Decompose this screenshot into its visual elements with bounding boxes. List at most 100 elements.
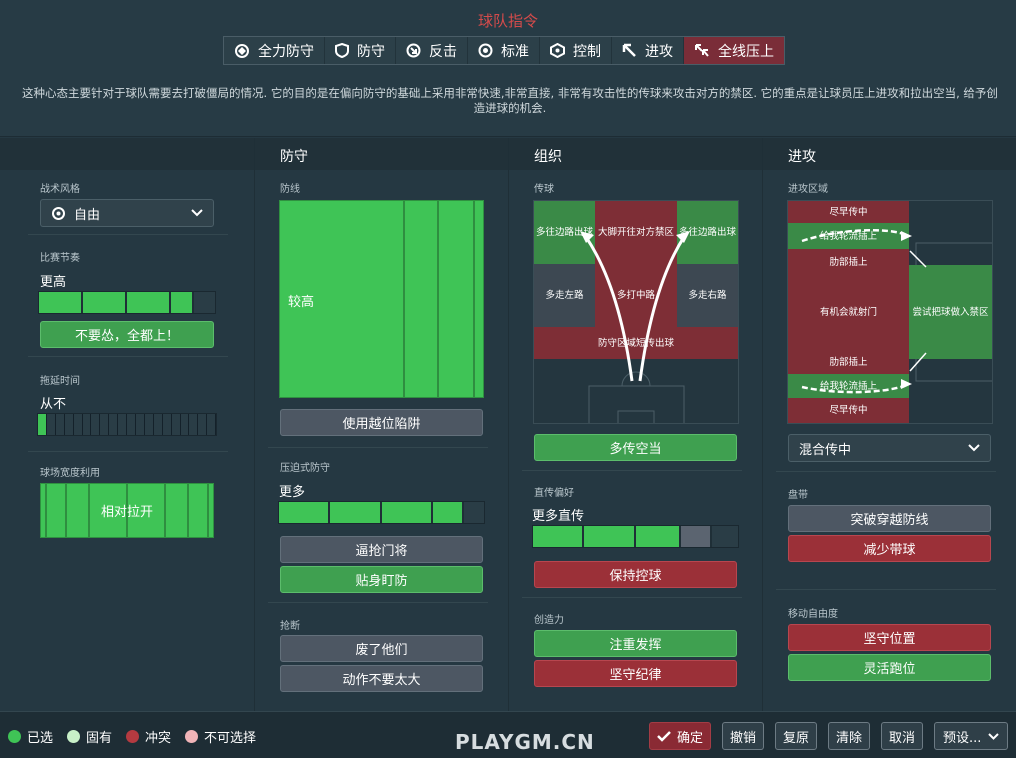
early-crosses-bottom[interactable]: 尽早传中 bbox=[788, 398, 909, 423]
passing-pitch: 多往边路出球 大脚开往对方禁区 多往边路出球 多走左路 多打中路 多走右路 防守… bbox=[533, 200, 739, 424]
column-divider bbox=[254, 138, 255, 711]
width-value: 相对拉开 bbox=[100, 505, 153, 520]
stay-on-feet-button[interactable]: 动作不要太大 bbox=[280, 665, 483, 692]
work-ball-into-box[interactable]: 尝试把球做入禁区 bbox=[909, 265, 992, 359]
slider-segment bbox=[39, 292, 83, 313]
preset-dropdown[interactable]: 预设... bbox=[934, 722, 1008, 750]
overlap-right[interactable]: 给我轮流插上 bbox=[788, 374, 909, 398]
passing-label: 传球 bbox=[534, 184, 554, 195]
tab-all-out-attack[interactable]: 全线压上 bbox=[684, 37, 784, 64]
control-icon bbox=[550, 43, 565, 58]
pass-left-flank[interactable]: 多走左路 bbox=[534, 264, 595, 327]
passing-directness-label: 直传偏好 bbox=[534, 488, 574, 499]
column-divider bbox=[508, 138, 509, 711]
slider-segment bbox=[64, 414, 74, 435]
slider-segment bbox=[83, 292, 127, 313]
divider bbox=[776, 589, 996, 590]
pass-through-middle[interactable]: 多打中路 bbox=[595, 264, 677, 327]
slider-segment bbox=[330, 502, 382, 523]
tempo-slider[interactable] bbox=[38, 291, 216, 314]
underlap-left[interactable]: 肋部插上 bbox=[788, 249, 909, 275]
divider bbox=[268, 602, 488, 603]
attack-icon bbox=[622, 43, 636, 57]
roam-from-position-button[interactable]: 灵活跑位 bbox=[788, 654, 991, 681]
hold-position-button[interactable]: 坚守位置 bbox=[788, 624, 991, 651]
slider-segment bbox=[91, 414, 101, 435]
shoot-on-sight[interactable]: 有机会就射门 bbox=[788, 275, 909, 350]
attacking-zone-label: 进攻区域 bbox=[788, 184, 828, 195]
standard-icon bbox=[478, 43, 493, 58]
legend-dot bbox=[185, 730, 199, 743]
get-stuck-in-button[interactable]: 废了他们 bbox=[280, 635, 483, 662]
run-at-defence-button[interactable]: 突破穿越防线 bbox=[788, 505, 991, 532]
cancel-button[interactable]: 取消 bbox=[881, 722, 923, 750]
play-into-space-button[interactable]: 多传空当 bbox=[534, 434, 737, 461]
dribble-less-button[interactable]: 减少带球 bbox=[788, 535, 991, 562]
redo-button[interactable]: 复原 bbox=[775, 722, 817, 750]
early-crosses-top[interactable]: 尽早传中 bbox=[788, 201, 909, 223]
slider-segment bbox=[135, 414, 145, 435]
divider bbox=[28, 451, 228, 452]
tab-standard[interactable]: 标准 bbox=[468, 37, 540, 64]
tempo-label: 比赛节奏 bbox=[40, 253, 80, 264]
legend-label: 冲突 bbox=[145, 731, 172, 746]
width-pitch[interactable]: 相对拉开 bbox=[40, 483, 214, 538]
tight-marking-button[interactable]: 贴身盯防 bbox=[280, 566, 483, 593]
offside-trap-button[interactable]: 使用越位陷阱 bbox=[280, 409, 483, 436]
tab-label: 标准 bbox=[501, 43, 529, 60]
slider-segment bbox=[127, 292, 171, 313]
slider-segment bbox=[46, 414, 56, 435]
slider-segment bbox=[162, 414, 172, 435]
underlap-right[interactable]: 肋部插上 bbox=[788, 350, 909, 374]
tab-label: 控制 bbox=[573, 43, 601, 60]
legend-dot bbox=[67, 730, 81, 743]
defensive-line-area[interactable]: 较高 bbox=[279, 200, 484, 398]
style-dropdown[interactable]: 自由 bbox=[40, 199, 214, 227]
slider-segment bbox=[73, 414, 83, 435]
undo-button[interactable]: 撤销 bbox=[722, 722, 764, 750]
pass-right-flank[interactable]: 多走右路 bbox=[677, 264, 738, 327]
style-label: 战术风格 bbox=[40, 184, 80, 195]
divider bbox=[522, 597, 742, 598]
passing-directness-slider[interactable] bbox=[532, 525, 739, 548]
retain-possession-button[interactable]: 保持控球 bbox=[534, 561, 737, 588]
tab-full-defense[interactable]: 全力防守 bbox=[224, 37, 325, 64]
dont-hold-back-button[interactable]: 不要怂，全都上！ bbox=[40, 321, 214, 348]
column-head-attack: 进攻 bbox=[763, 138, 1016, 170]
overlap-left[interactable]: 给我轮流插上 bbox=[788, 223, 909, 249]
shield-icon bbox=[335, 43, 349, 58]
watermark: PLAYGM.CN bbox=[455, 730, 595, 754]
legend: 已选 固有 冲突 不可选择 bbox=[8, 727, 270, 746]
footer-bar: 已选 固有 冲突 不可选择 PLAYGM.CN 确定 撤销 复原 清除 取消 预… bbox=[0, 711, 1016, 758]
divider bbox=[28, 234, 228, 235]
movement-freedom-label: 移动自由度 bbox=[788, 609, 838, 620]
tab-attack[interactable]: 进攻 bbox=[612, 37, 684, 64]
confirm-button[interactable]: 确定 bbox=[649, 722, 711, 750]
tab-label: 进攻 bbox=[645, 43, 673, 60]
pressing-slider[interactable] bbox=[278, 501, 485, 524]
crossing-dropdown[interactable]: 混合传中 bbox=[788, 434, 991, 462]
time-wasting-slider[interactable] bbox=[37, 413, 217, 436]
column-head-defense: 防守 bbox=[255, 138, 508, 170]
chevron-down-icon bbox=[191, 209, 203, 217]
pass-left-wing[interactable]: 多往边路出球 bbox=[534, 201, 595, 264]
pass-short-from-defense[interactable]: 防守区域短传出球 bbox=[534, 327, 738, 359]
pass-right-wing[interactable]: 多往边路出球 bbox=[677, 201, 738, 264]
clear-button[interactable]: 清除 bbox=[828, 722, 870, 750]
slider-segment bbox=[180, 414, 190, 435]
passing-directness-value: 更多直传 bbox=[532, 509, 585, 524]
pass-long-into-box[interactable]: 大脚开往对方禁区 bbox=[595, 201, 677, 264]
be-more-expressive-button[interactable]: 注重发挥 bbox=[534, 630, 737, 657]
mentality-description: 这种心态主要针对于球队需要去打破僵局的情况. 它的目的是在偏向防守的基础上采用非… bbox=[22, 86, 998, 115]
be-more-disciplined-button[interactable]: 坚守纪律 bbox=[534, 660, 737, 687]
slider-segment bbox=[681, 526, 712, 547]
legend-dot bbox=[126, 730, 140, 743]
press-goalkeeper-button[interactable]: 逼抢门将 bbox=[280, 536, 483, 563]
divider bbox=[28, 356, 228, 357]
tab-control[interactable]: 控制 bbox=[540, 37, 612, 64]
tempo-value: 更高 bbox=[40, 275, 67, 290]
tab-defense[interactable]: 防守 bbox=[325, 37, 396, 64]
slider-segment bbox=[432, 502, 464, 523]
slider-segment bbox=[198, 414, 208, 435]
tab-counter[interactable]: 反击 bbox=[396, 37, 468, 64]
